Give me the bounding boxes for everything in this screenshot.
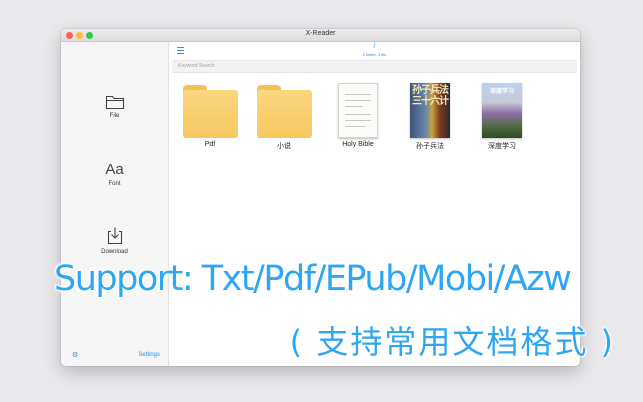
settings-link[interactable]: Settings — [138, 352, 160, 358]
book-cover: 孙子兵法三十六计 — [410, 83, 450, 138]
app-window: X-Reader File Aa Font Download ⚙ Setting… — [61, 29, 580, 366]
sidebar-item-label: Font — [108, 181, 121, 187]
title-bar[interactable]: X-Reader — [61, 29, 580, 42]
sidebar-footer: ⚙ Settings — [61, 351, 168, 361]
item-count: 2 folder, 3 file — [362, 52, 387, 57]
promo-subline: ( 支持常用文档格式 ) — [289, 323, 615, 361]
book-cover — [338, 83, 378, 138]
book-item-holy-bible[interactable]: Holy Bible — [327, 83, 389, 148]
font-icon: Aa — [105, 161, 124, 178]
book-item-sunzi[interactable]: 孙子兵法三十六计 孙子兵法 — [399, 83, 461, 151]
sidebar-item-label: Download — [101, 249, 128, 255]
item-name: 小说 — [277, 143, 291, 150]
cover-title: 深度学习 — [489, 89, 514, 95]
folder-icon — [182, 83, 238, 138]
folder-item-pdf[interactable]: Pdf — [179, 83, 241, 148]
folder-outline-icon — [105, 95, 124, 110]
download-icon — [107, 227, 122, 245]
window-title: X-Reader — [305, 30, 336, 37]
sidebar: File Aa Font Download ⚙ Settings — [61, 42, 169, 366]
browser-toolbar: / 2 folder, 3 file — [169, 42, 580, 60]
sidebar-item-download[interactable]: Download — [61, 226, 168, 255]
sidebar-item-font[interactable]: Aa Font — [61, 161, 168, 188]
current-path: / — [373, 43, 376, 50]
item-name: Pdf — [204, 141, 216, 148]
cover-title: 孙子兵法三十六计 — [412, 85, 449, 107]
gear-icon[interactable]: ⚙ — [72, 351, 78, 359]
item-name: 孙子兵法 — [416, 143, 444, 150]
book-item-deep-learning[interactable]: 深度学习 深度学习 — [471, 83, 533, 151]
item-name: Holy Bible — [342, 141, 374, 148]
folder-icon — [256, 83, 312, 138]
search-input[interactable]: Keyword Search — [172, 60, 577, 73]
sidebar-item-label: File — [109, 113, 120, 119]
folder-item-novel[interactable]: 小说 — [253, 83, 315, 151]
book-cover: 深度学习 — [482, 83, 522, 138]
sidebar-item-file[interactable]: File — [61, 94, 168, 119]
promo-headline: Support: Txt/Pdf/EPub/Mobi/Azw — [54, 259, 572, 299]
item-name: 深度学习 — [488, 143, 516, 150]
